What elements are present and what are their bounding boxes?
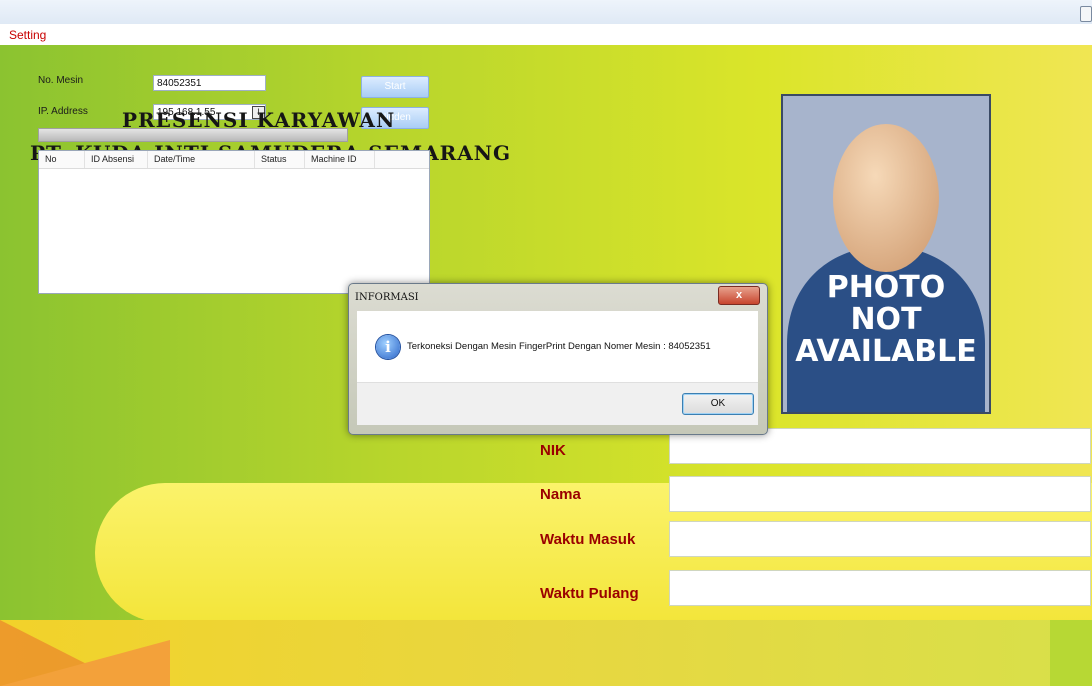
dialog-message: Terkoneksi Dengan Mesin FingerPrint Deng… — [407, 341, 711, 352]
waktu-pulang-field[interactable] — [669, 570, 1091, 606]
menu-bar: Setting — [0, 24, 1092, 46]
window-titlebar — [0, 0, 1092, 24]
dialog-title: INFORMASI — [355, 292, 419, 303]
close-icon[interactable]: x — [718, 286, 760, 305]
employee-photo: PHOTO NOT AVAILABLE — [781, 94, 991, 414]
nama-label: Nama — [540, 486, 581, 503]
photo-text-line2: NOT — [850, 302, 922, 337]
progress-strip — [38, 128, 348, 142]
attendance-table[interactable]: No ID Absensi Date/Time Status Machine I… — [38, 150, 430, 294]
waktu-pulang-label: Waktu Pulang — [540, 585, 639, 602]
window-control-button[interactable] — [1080, 6, 1092, 22]
dialog-body: i Terkoneksi Dengan Mesin FingerPrint De… — [357, 311, 758, 382]
waktu-masuk-label: Waktu Masuk — [540, 531, 636, 548]
waktu-masuk-field[interactable] — [669, 521, 1091, 557]
nama-field[interactable] — [669, 476, 1091, 512]
info-dialog: INFORMASI x i Terkoneksi Dengan Mesin Fi… — [348, 283, 768, 435]
decorative-triangle-2 — [0, 640, 170, 686]
decorative-bottom-right — [1050, 620, 1092, 686]
column-header-status[interactable]: Status — [255, 151, 305, 168]
nik-label: NIK — [540, 442, 566, 459]
no-mesin-label: No. Mesin — [38, 75, 84, 86]
menu-setting[interactable]: Setting — [9, 28, 46, 42]
column-header-date-time[interactable]: Date/Time — [148, 151, 255, 168]
dialog-footer: OK — [357, 382, 758, 425]
photo-text-line3: AVAILABLE — [795, 334, 977, 369]
info-icon: i — [376, 335, 400, 359]
no-mesin-input[interactable]: 84052351 — [153, 75, 266, 91]
table-header: No ID Absensi Date/Time Status Machine I… — [39, 151, 429, 169]
column-header-machine-id[interactable]: Machine ID — [305, 151, 375, 168]
start-button[interactable]: Start — [361, 76, 429, 98]
photo-text-line1: PHOTO — [826, 270, 946, 305]
ip-address-label: IP. Address — [38, 106, 88, 117]
column-header-no[interactable]: No — [39, 151, 85, 168]
ok-button[interactable]: OK — [682, 393, 754, 415]
column-header-id-absensi[interactable]: ID Absensi — [85, 151, 148, 168]
